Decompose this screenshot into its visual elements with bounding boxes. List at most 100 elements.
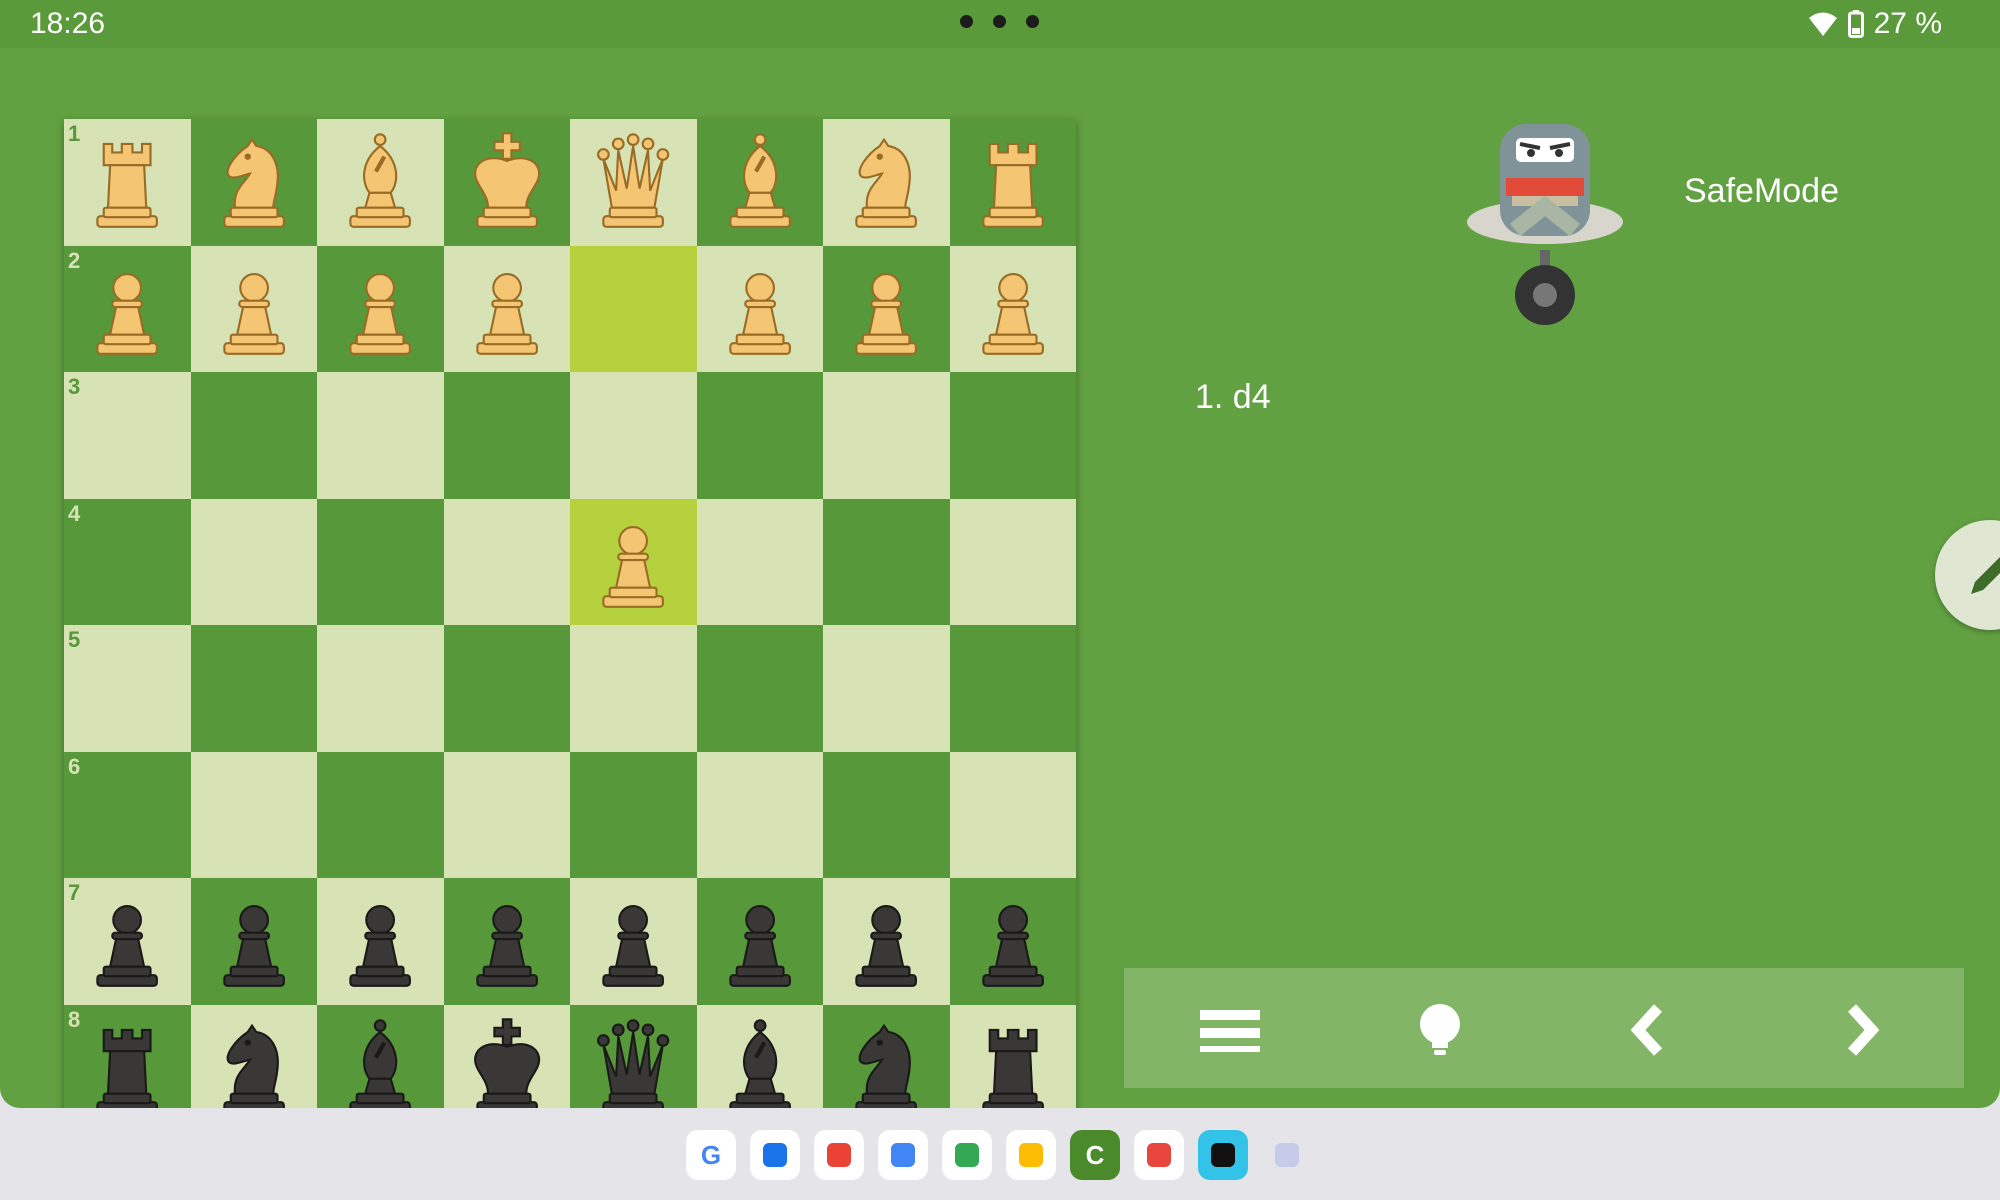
white-knight-piece[interactable] (201, 129, 307, 235)
next-move-button[interactable] (1828, 998, 1892, 1062)
white-pawn-piece[interactable] (201, 256, 307, 362)
black-pawn-piece[interactable] (454, 888, 560, 994)
white-pawn-piece[interactable] (580, 509, 686, 615)
board-square[interactable] (317, 625, 444, 752)
black-pawn-piece[interactable] (580, 888, 686, 994)
white-pawn-piece[interactable] (707, 256, 813, 362)
black-pawn-piece[interactable] (74, 888, 180, 994)
board-square[interactable]: 5 (64, 625, 191, 752)
play-store-icon[interactable] (942, 1130, 992, 1180)
board-square[interactable] (190, 751, 317, 878)
white-queen-piece[interactable] (580, 129, 686, 235)
more-dots-icon[interactable] (960, 15, 1039, 28)
board-square[interactable] (823, 245, 950, 372)
white-pawn-piece[interactable] (454, 256, 560, 362)
black-pawn-piece[interactable] (201, 888, 307, 994)
black-pawn-piece[interactable] (833, 888, 939, 994)
board-square[interactable] (696, 625, 823, 752)
board-square[interactable]: 3 (64, 372, 191, 499)
board-square[interactable] (570, 498, 697, 625)
move-list[interactable]: 1. d4 (1195, 378, 1271, 417)
board-square[interactable] (443, 372, 570, 499)
board-square[interactable] (696, 119, 823, 246)
board-square[interactable]: 4 (64, 498, 191, 625)
board-square[interactable] (696, 751, 823, 878)
hint-button[interactable] (1408, 998, 1472, 1062)
spinning-top-icon[interactable] (1134, 1130, 1184, 1180)
board-square[interactable] (570, 625, 697, 752)
white-knight-piece[interactable] (833, 129, 939, 235)
chess-app-icon[interactable]: C (1070, 1130, 1120, 1180)
chrome-icon[interactable] (814, 1130, 864, 1180)
board-square[interactable] (443, 751, 570, 878)
black-knight-piece[interactable] (833, 1015, 939, 1121)
board-square[interactable] (949, 878, 1076, 1005)
board-square[interactable] (190, 372, 317, 499)
board-square[interactable] (949, 245, 1076, 372)
board-square[interactable] (443, 878, 570, 1005)
board-square[interactable] (696, 245, 823, 372)
board-square[interactable] (443, 245, 570, 372)
black-pawn-piece[interactable] (960, 888, 1066, 994)
board-square[interactable] (823, 119, 950, 246)
board-square[interactable] (570, 751, 697, 878)
board-square[interactable] (696, 498, 823, 625)
white-rook-piece[interactable] (960, 129, 1066, 235)
edit-button[interactable] (1935, 520, 2000, 630)
board-square[interactable] (317, 498, 444, 625)
board-square[interactable] (317, 372, 444, 499)
white-bishop-piece[interactable] (707, 129, 813, 235)
board-square[interactable]: 7 (64, 878, 191, 1005)
black-bishop-piece[interactable] (327, 1015, 433, 1121)
board-square[interactable] (823, 498, 950, 625)
board-square[interactable] (949, 498, 1076, 625)
board-square[interactable] (949, 119, 1076, 246)
board-square[interactable] (317, 119, 444, 246)
board-square[interactable] (190, 245, 317, 372)
black-king-piece[interactable] (454, 1015, 560, 1121)
white-rook-piece[interactable] (74, 129, 180, 235)
board-square[interactable] (190, 498, 317, 625)
previous-move-button[interactable] (1618, 998, 1682, 1062)
black-rook-piece[interactable] (74, 1015, 180, 1121)
messages-icon[interactable] (750, 1130, 800, 1180)
board-square[interactable] (190, 625, 317, 752)
app-grid-icon[interactable] (1262, 1130, 1312, 1180)
board-square[interactable] (317, 878, 444, 1005)
panda-icon[interactable] (1198, 1130, 1248, 1180)
board-square[interactable] (949, 625, 1076, 752)
board-square[interactable] (570, 878, 697, 1005)
board-square[interactable] (190, 119, 317, 246)
black-rook-piece[interactable] (960, 1015, 1066, 1121)
board-square[interactable] (570, 372, 697, 499)
menu-button[interactable] (1198, 998, 1262, 1062)
chess-board[interactable]: 12345678hgfedcba (64, 119, 1076, 1131)
board-square[interactable] (823, 878, 950, 1005)
black-pawn-piece[interactable] (707, 888, 813, 994)
black-pawn-piece[interactable] (327, 888, 433, 994)
white-king-piece[interactable] (454, 129, 560, 235)
photos-icon[interactable] (1006, 1130, 1056, 1180)
board-square[interactable] (317, 751, 444, 878)
board-square[interactable] (570, 245, 697, 372)
black-bishop-piece[interactable] (707, 1015, 813, 1121)
board-square[interactable] (949, 372, 1076, 499)
board-square[interactable] (823, 751, 950, 878)
board-square[interactable] (190, 878, 317, 1005)
board-square[interactable] (570, 119, 697, 246)
white-pawn-piece[interactable] (327, 256, 433, 362)
board-square[interactable] (823, 625, 950, 752)
board-square[interactable] (696, 878, 823, 1005)
google-icon[interactable]: G (686, 1130, 736, 1180)
black-queen-piece[interactable] (580, 1015, 686, 1121)
board-square[interactable] (696, 372, 823, 499)
board-square[interactable] (443, 119, 570, 246)
board-square[interactable]: 2 (64, 245, 191, 372)
board-square[interactable] (949, 751, 1076, 878)
board-square[interactable]: 1 (64, 119, 191, 246)
white-bishop-piece[interactable] (327, 129, 433, 235)
board-square[interactable] (823, 372, 950, 499)
assistant-icon[interactable] (878, 1130, 928, 1180)
white-pawn-piece[interactable] (960, 256, 1066, 362)
board-square[interactable] (317, 245, 444, 372)
